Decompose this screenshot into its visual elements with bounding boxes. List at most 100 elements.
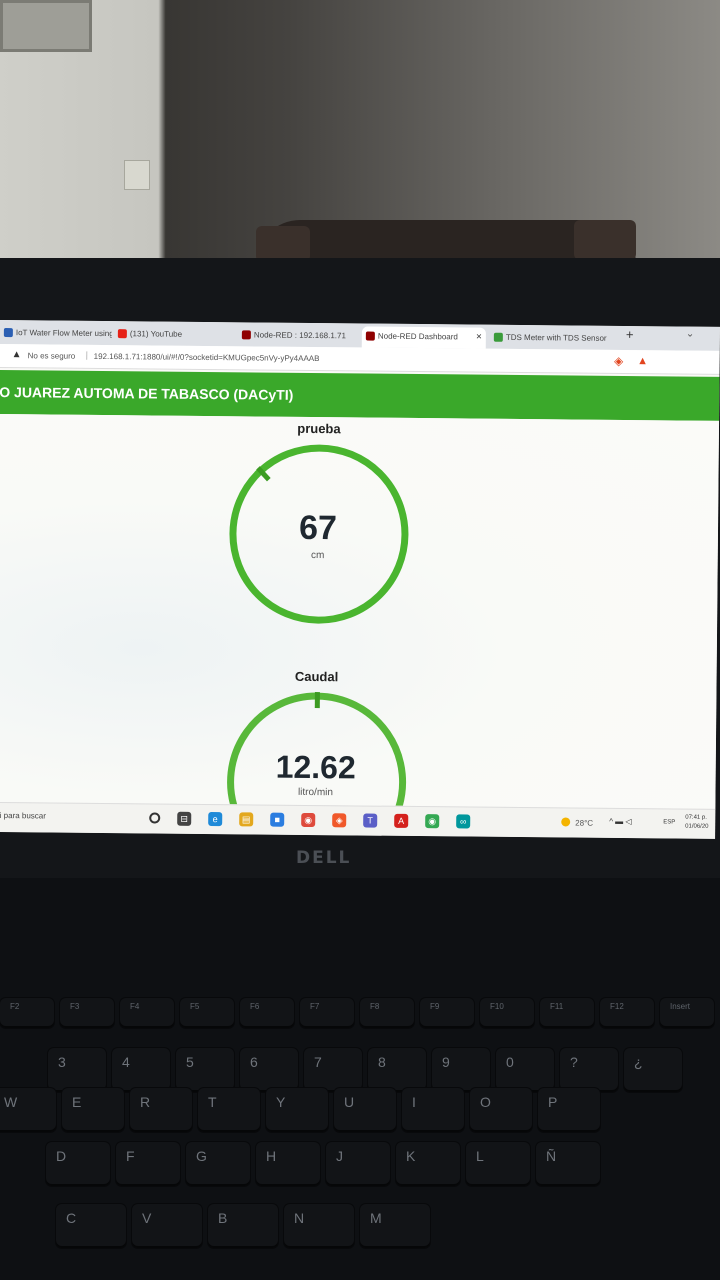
- edge-icon[interactable]: e: [208, 812, 223, 827]
- weather-icon[interactable]: [561, 817, 571, 827]
- dashboard-title: O JUAREZ AUTOMA DE TABASCO (DACyTI): [0, 383, 294, 403]
- key-label: 6: [250, 1054, 258, 1070]
- key-label: 4: [122, 1054, 130, 1070]
- key-label: N: [294, 1210, 305, 1226]
- task-view-icon[interactable]: ⊟: [177, 811, 192, 826]
- key-r[interactable]: R: [130, 1088, 192, 1132]
- key-label: 9: [442, 1054, 450, 1070]
- weather-temp[interactable]: 28°C: [575, 819, 593, 828]
- key-¿[interactable]: ¿: [624, 1048, 682, 1092]
- brave-shield-icon[interactable]: ◈: [612, 354, 626, 368]
- tab-label: Node-RED : 192.168.1.71: [253, 330, 346, 341]
- key-label: Insert: [670, 1002, 691, 1011]
- store-icon[interactable]: ■: [270, 812, 285, 827]
- key-4[interactable]: 4: [112, 1048, 170, 1092]
- key-u[interactable]: U: [334, 1088, 396, 1132]
- key-w[interactable]: W: [0, 1088, 56, 1132]
- room-background: [0, 0, 720, 264]
- key-label: 8: [378, 1054, 386, 1070]
- tab-tds-meter[interactable]: TDS Meter with TDS Sensor: [490, 328, 616, 350]
- laptop-keyboard: F2 F3 F4 F5 F6 F7 F8 F9 F10 F11 F12 Insert 3 4 5 6 7 8 9 0?…: [0, 878, 720, 1280]
- key-n[interactable]: N: [284, 1204, 354, 1248]
- teams-icon[interactable]: T: [363, 813, 378, 828]
- warning-icon[interactable]: ▲: [12, 349, 22, 360]
- key-f10[interactable]: F10: [480, 998, 534, 1028]
- key-f11[interactable]: F11: [540, 998, 594, 1028]
- key-f5[interactable]: F5: [180, 998, 234, 1028]
- language-indicator[interactable]: ESP: [663, 819, 675, 825]
- brave-icon[interactable]: ◈: [332, 813, 347, 828]
- key-7[interactable]: 7: [304, 1048, 362, 1092]
- key-label: ¿: [634, 1054, 643, 1070]
- key-9[interactable]: 9: [432, 1048, 490, 1092]
- key-label: W: [4, 1094, 18, 1110]
- key-3[interactable]: 3: [48, 1048, 106, 1092]
- key-k[interactable]: K: [396, 1142, 460, 1186]
- key-6[interactable]: 6: [240, 1048, 298, 1092]
- key-label: 0: [506, 1054, 514, 1070]
- new-tab-button[interactable]: +: [626, 327, 634, 342]
- key-ñ[interactable]: Ñ: [536, 1142, 600, 1186]
- key-label: H: [266, 1148, 277, 1164]
- key-m[interactable]: M: [360, 1204, 430, 1248]
- insecure-label[interactable]: No es seguro: [28, 351, 76, 360]
- chrome-alt-icon[interactable]: ◉: [425, 814, 440, 829]
- key-v[interactable]: V: [132, 1204, 202, 1248]
- key-y[interactable]: Y: [266, 1088, 328, 1132]
- arduino-icon[interactable]: ∞: [456, 814, 471, 829]
- key-b[interactable]: B: [208, 1204, 278, 1248]
- chrome-icon[interactable]: ◉: [301, 812, 316, 828]
- key-h[interactable]: H: [256, 1142, 320, 1186]
- clock[interactable]: 07:41 p. 01/06/20: [685, 814, 709, 832]
- key-f2[interactable]: F2: [0, 998, 54, 1028]
- key-?[interactable]: ?: [560, 1048, 618, 1092]
- key-i[interactable]: I: [402, 1088, 464, 1132]
- key-label: F3: [70, 1002, 80, 1011]
- key-f4[interactable]: F4: [120, 998, 174, 1028]
- cortana-icon[interactable]: [149, 812, 161, 824]
- key-label: V: [142, 1210, 152, 1226]
- close-tab-icon[interactable]: ×: [476, 328, 482, 347]
- tab-node-red-dashboard[interactable]: Node-RED Dashboard ×: [361, 326, 486, 349]
- key-t[interactable]: T: [198, 1088, 260, 1132]
- key-8[interactable]: 8: [368, 1048, 426, 1092]
- key-f8[interactable]: F8: [360, 998, 414, 1028]
- key-l[interactable]: L: [466, 1142, 530, 1186]
- key-0[interactable]: 0: [496, 1048, 554, 1092]
- tab-node-red-editor[interactable]: Node-RED : 192.168.1.71: [238, 325, 356, 347]
- key-f7[interactable]: F7: [300, 998, 354, 1028]
- key-j[interactable]: J: [326, 1142, 390, 1186]
- key-e[interactable]: E: [62, 1088, 124, 1132]
- key-p[interactable]: P: [538, 1088, 600, 1132]
- key-g[interactable]: G: [186, 1142, 250, 1186]
- key-label: I: [412, 1094, 416, 1110]
- system-tray-icons[interactable]: ^ ▬ ◁: [609, 817, 631, 826]
- key-f9[interactable]: F9: [420, 998, 474, 1028]
- key-c[interactable]: C: [56, 1204, 126, 1248]
- key-f12[interactable]: F12: [600, 998, 654, 1028]
- photo-scene: IoT Water Flow Meter using (131) YouTube…: [0, 0, 720, 1280]
- key-f3[interactable]: F3: [60, 998, 114, 1028]
- key-insert[interactable]: Insert: [660, 998, 714, 1028]
- key-d[interactable]: D: [46, 1142, 110, 1186]
- key-label: T: [208, 1094, 217, 1110]
- key-label: F10: [490, 1002, 504, 1011]
- tab-youtube[interactable]: (131) YouTube: [114, 324, 234, 346]
- url-text[interactable]: 192.168.1.71:1880/ui/#!/0?socketid=KMUGp…: [94, 352, 320, 363]
- brave-rewards-icon[interactable]: ▲: [636, 354, 650, 368]
- gauge-prueba-label: prueba: [297, 420, 341, 437]
- key-label: F7: [310, 1002, 320, 1011]
- key-label: K: [406, 1148, 416, 1164]
- tab-label: TDS Meter with TDS Sensor: [505, 332, 607, 343]
- taskbar-search-box[interactable]: ui para buscar: [0, 811, 46, 820]
- tab-search-chevron-icon[interactable]: ⌄: [686, 329, 694, 340]
- key-label: 5: [186, 1054, 194, 1070]
- tab-iot-water-flow[interactable]: IoT Water Flow Meter using: [0, 323, 112, 345]
- files-icon[interactable]: ▤: [239, 812, 254, 827]
- key-f[interactable]: F: [116, 1142, 180, 1186]
- key-5[interactable]: 5: [176, 1048, 234, 1092]
- key-f6[interactable]: F6: [240, 998, 294, 1028]
- key-o[interactable]: O: [470, 1088, 532, 1132]
- tab-label: Node-RED Dashboard: [377, 331, 458, 342]
- acrobat-icon[interactable]: A: [394, 813, 409, 828]
